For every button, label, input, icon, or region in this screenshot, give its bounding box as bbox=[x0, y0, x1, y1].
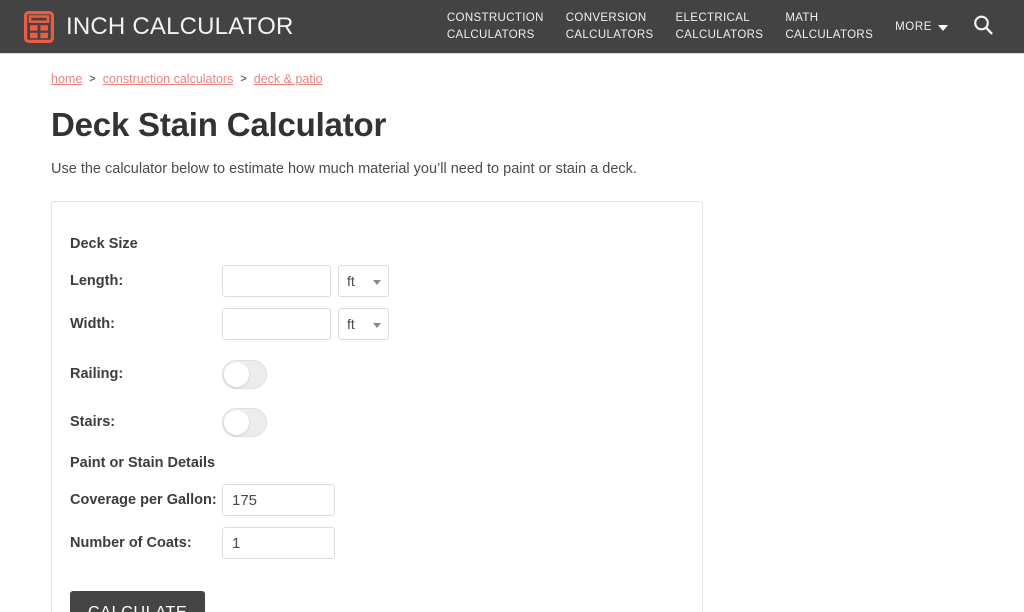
breadcrumb-separator: > bbox=[89, 73, 96, 85]
railing-toggle-knob bbox=[224, 361, 249, 387]
breadcrumb-separator: > bbox=[240, 73, 247, 85]
nav-item-electrical-calculators[interactable]: ELECTRICAL CALCULATORS bbox=[676, 10, 764, 44]
breadcrumb-item-home[interactable]: home bbox=[51, 72, 82, 86]
length-unit-value: ft bbox=[347, 273, 355, 289]
calculator-card: Deck Size Length: ft Width: ft Railing: bbox=[51, 201, 703, 612]
railing-toggle[interactable] bbox=[222, 359, 267, 389]
stairs-toggle[interactable] bbox=[222, 407, 267, 437]
chevron-down-icon bbox=[938, 24, 948, 31]
nav-item-conversion-calculators[interactable]: CONVERSION CALCULATORS bbox=[566, 10, 654, 44]
railing-label: Railing: bbox=[70, 365, 124, 382]
search-icon-svg bbox=[974, 15, 993, 35]
site-header: INCH CALCULATOR CONSTRUCTION CALCULATORS… bbox=[0, 0, 1024, 54]
calculator-icon-svg bbox=[24, 10, 54, 43]
width-unit-value: ft bbox=[347, 316, 355, 332]
railing-toggle-row: Railing: bbox=[70, 359, 702, 389]
paint-details-section: Paint or Stain Details Coverage per Gall… bbox=[70, 455, 702, 560]
page-title: Deck Stain Calculator bbox=[51, 106, 387, 143]
length-label: Length: bbox=[70, 272, 124, 289]
page-description: Use the calculator below to estimate how… bbox=[51, 161, 637, 177]
search-button[interactable] bbox=[972, 14, 994, 39]
deck-size-section-title: Deck Size bbox=[70, 236, 138, 252]
nav-more-label: MORE bbox=[895, 20, 932, 33]
length-field-row: Length: ft bbox=[70, 264, 702, 298]
stairs-label: Stairs: bbox=[70, 413, 116, 430]
nav-more-dropdown[interactable]: MORE bbox=[895, 21, 948, 33]
coats-input[interactable] bbox=[222, 527, 335, 559]
coverage-label: Coverage per Gallon: bbox=[70, 491, 217, 508]
width-field-row: Width: ft bbox=[70, 307, 702, 341]
breadcrumb-item-construction-calculators[interactable]: construction calculators bbox=[103, 72, 234, 86]
stairs-toggle-row: Stairs: bbox=[70, 407, 702, 437]
brand-name: INCH CALCULATOR bbox=[66, 12, 294, 40]
breadcrumb-item-deck-patio[interactable]: deck & patio bbox=[254, 72, 323, 86]
main-navigation: CONSTRUCTION CALCULATORS CONVERSION CALC… bbox=[447, 0, 1024, 54]
brand-logo-link[interactable]: INCH CALCULATOR bbox=[24, 10, 294, 43]
search-icon bbox=[972, 14, 994, 39]
nav-item-construction-calculators[interactable]: CONSTRUCTION CALCULATORS bbox=[447, 10, 544, 44]
nav-item-math-calculators[interactable]: MATH CALCULATORS bbox=[785, 10, 873, 44]
length-input[interactable] bbox=[222, 265, 331, 297]
length-unit-select[interactable]: ft bbox=[338, 265, 389, 297]
width-label: Width: bbox=[70, 315, 115, 332]
calculator-icon bbox=[24, 10, 54, 43]
stairs-toggle-knob bbox=[224, 409, 249, 435]
breadcrumb: home > construction calculators > deck &… bbox=[51, 70, 1024, 88]
coats-field-row: Number of Coats: bbox=[70, 526, 702, 560]
width-input[interactable] bbox=[222, 308, 331, 340]
page-body: home > construction calculators > deck &… bbox=[0, 70, 1024, 612]
coverage-field-row: Coverage per Gallon: bbox=[70, 483, 702, 517]
chevron-down-icon bbox=[373, 280, 381, 285]
calculate-button[interactable]: CALCULATE bbox=[70, 591, 206, 612]
coverage-input[interactable] bbox=[222, 484, 335, 516]
paint-details-section-title: Paint or Stain Details bbox=[70, 455, 216, 471]
coats-label: Number of Coats: bbox=[70, 534, 192, 551]
chevron-down-icon bbox=[373, 323, 381, 328]
width-unit-select[interactable]: ft bbox=[338, 308, 389, 340]
